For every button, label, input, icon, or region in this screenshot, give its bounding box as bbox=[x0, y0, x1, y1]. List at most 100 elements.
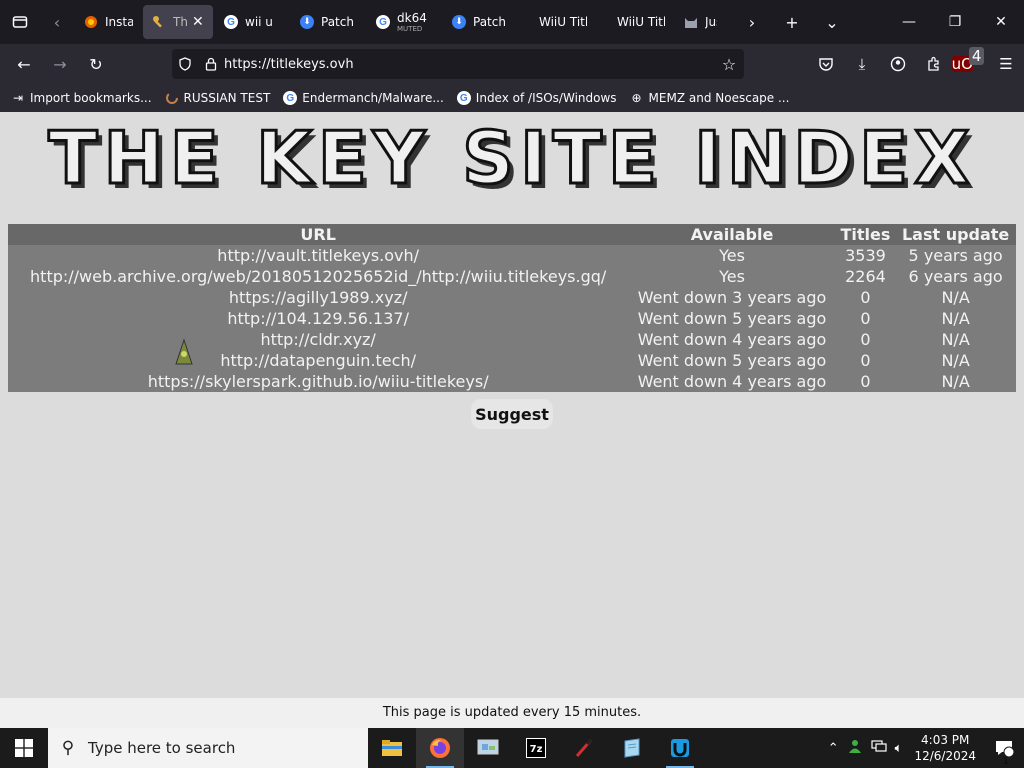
url-cell[interactable]: http://vault.titlekeys.ovh/ bbox=[8, 245, 628, 266]
clock[interactable]: 4:03 PM 12/6/2024 bbox=[906, 732, 984, 764]
available-cell: Yes bbox=[719, 246, 745, 265]
taskbar-search-box[interactable]: ⚲ Type here to search bbox=[48, 728, 368, 768]
taskbar-7zip[interactable]: 7z bbox=[512, 728, 560, 768]
taskbar-notebook[interactable] bbox=[608, 728, 656, 768]
column-header-titles: Titles bbox=[835, 224, 896, 245]
available-cell: Went down 5 years ago bbox=[637, 351, 827, 370]
tab-wiiu-title-2[interactable]: WiiU Title bbox=[597, 5, 673, 39]
downloads-icon[interactable]: ⤓ bbox=[844, 55, 880, 73]
minimize-button[interactable]: — bbox=[886, 0, 932, 44]
column-header-url: URL bbox=[8, 224, 629, 245]
chevron-left-icon: ‹ bbox=[53, 12, 61, 32]
tab-wiiu-title[interactable]: WiiU Title bbox=[519, 5, 595, 39]
close-tab-icon[interactable]: ✕ bbox=[192, 14, 204, 30]
tab-patch[interactable]: ⬇ Patch bbox=[291, 5, 365, 39]
tab-jus[interactable]: Jus bbox=[675, 5, 725, 39]
menu-icon[interactable]: ☰ bbox=[988, 55, 1024, 73]
address-bar[interactable]: ☆ bbox=[172, 49, 744, 79]
last-update-cell: 5 years ago bbox=[908, 246, 1003, 265]
muted-label: MUTED bbox=[397, 25, 423, 33]
bookmark-import[interactable]: ⇥ Import bookmarks... bbox=[10, 90, 152, 106]
taskbar-firefox[interactable] bbox=[416, 728, 464, 768]
arrow-left-icon: ← bbox=[17, 54, 31, 74]
clock-date: 12/6/2024 bbox=[914, 749, 976, 763]
globe-icon: ⊕ bbox=[631, 91, 642, 105]
network-icon[interactable] bbox=[867, 739, 891, 757]
key-site-table: URL Available Titles Last update http://… bbox=[8, 224, 1016, 392]
list-all-tabs-button[interactable]: ⌄ bbox=[812, 13, 852, 32]
bookmark-label: Index of /ISOs/Windows bbox=[475, 91, 617, 105]
url-cell[interactable]: http://104.129.56.137/ bbox=[8, 308, 628, 329]
available-cell: Went down 4 years ago bbox=[637, 372, 827, 391]
cat-icon bbox=[683, 14, 699, 30]
forward-button[interactable]: → bbox=[42, 48, 78, 80]
download-icon: ⬇ bbox=[451, 14, 467, 30]
google-icon: G bbox=[375, 14, 391, 30]
last-update-cell: 6 years ago bbox=[908, 267, 1003, 286]
back-button[interactable]: ← bbox=[6, 48, 42, 80]
table-row: http://vault.titlekeys.ovh/ Yes 3539 5 y… bbox=[8, 245, 1016, 266]
tab-patch-2[interactable]: ⬇ Patch bbox=[443, 5, 517, 39]
url-input[interactable] bbox=[224, 56, 684, 72]
url-cell[interactable]: http://datapenguin.tech/ bbox=[8, 350, 628, 371]
arrow-right-icon: → bbox=[53, 54, 67, 74]
available-cell: Went down 5 years ago bbox=[637, 309, 827, 328]
reload-button[interactable]: ↻ bbox=[78, 48, 114, 80]
download-icon: ⬇ bbox=[299, 14, 315, 30]
tab-dk64[interactable]: G dk64 MUTED bbox=[367, 5, 441, 39]
new-tab-button[interactable]: + bbox=[772, 13, 812, 32]
url-cell[interactable]: https://skylerspark.github.io/wiiu-title… bbox=[8, 371, 628, 392]
last-update-cell: N/A bbox=[941, 330, 970, 349]
taskbar-control-panel[interactable] bbox=[464, 728, 512, 768]
notebook-icon bbox=[624, 738, 640, 758]
start-button[interactable] bbox=[0, 728, 48, 768]
wiiu-icon bbox=[671, 739, 689, 757]
people-icon[interactable] bbox=[843, 738, 867, 758]
taskbar-paint[interactable] bbox=[560, 728, 608, 768]
suggest-button[interactable]: Suggest bbox=[471, 399, 553, 429]
ublock-origin-icon[interactable]: uO 4 bbox=[951, 47, 988, 73]
bookmark-star-icon[interactable]: ☆ bbox=[714, 55, 744, 74]
tab-install[interactable]: Instal bbox=[75, 5, 141, 39]
column-header-last-update: Last update bbox=[895, 224, 1016, 245]
reload-icon: ↻ bbox=[89, 54, 103, 74]
pocket-icon[interactable] bbox=[808, 56, 844, 72]
lock-icon[interactable] bbox=[198, 57, 224, 71]
firefox-view-button[interactable] bbox=[0, 0, 40, 44]
taskbar-wiiu-app[interactable] bbox=[656, 728, 704, 768]
tab-the-key-site[interactable]: Th ✕ bbox=[143, 5, 213, 39]
scroll-tabs-right-button[interactable]: › bbox=[732, 13, 772, 32]
page-content: THE KEY SITE INDEX URL Available Titles … bbox=[0, 112, 1024, 698]
close-window-button[interactable]: ✕ bbox=[978, 0, 1024, 44]
bookmark-label: Import bookmarks... bbox=[30, 91, 152, 105]
bookmark-endermanch[interactable]: G Endermanch/Malware... bbox=[282, 90, 444, 106]
import-icon: ⇥ bbox=[12, 91, 24, 105]
toolbar-right: ⤓ uO 4 ☰ bbox=[808, 44, 1024, 84]
extensions-icon[interactable] bbox=[916, 56, 952, 72]
bookmark-index-isos[interactable]: G Index of /ISOs/Windows bbox=[456, 90, 617, 106]
taskbar-file-explorer[interactable] bbox=[368, 728, 416, 768]
action-center-button[interactable]: 1 bbox=[984, 739, 1024, 767]
volume-icon[interactable]: 🔈︎ bbox=[891, 741, 907, 756]
maximize-button[interactable]: ❐ bbox=[932, 0, 978, 44]
url-cell[interactable]: http://cldr.xyz/ bbox=[8, 329, 628, 350]
show-hidden-icons-button[interactable]: ⌃ bbox=[824, 741, 843, 756]
bookmark-russian-test[interactable]: RUSSIAN TEST bbox=[164, 90, 270, 106]
google-icon: G bbox=[456, 90, 472, 106]
url-cell[interactable]: https://agilly1989.xyz/ bbox=[8, 287, 628, 308]
7zip-icon: 7z bbox=[526, 738, 546, 758]
table-header-row: URL Available Titles Last update bbox=[8, 224, 1016, 245]
account-icon[interactable] bbox=[880, 56, 916, 72]
bookmark-memz[interactable]: ⊕ MEMZ and Noescape ... bbox=[629, 90, 790, 106]
notification-icon bbox=[996, 741, 1014, 757]
last-update-cell: N/A bbox=[941, 309, 970, 328]
scroll-tabs-left-button[interactable]: ‹ bbox=[40, 0, 74, 44]
bookmarks-toolbar: ⇥ Import bookmarks... RUSSIAN TEST G End… bbox=[0, 84, 1024, 112]
windows-logo-icon bbox=[15, 739, 33, 757]
tab-wii-u[interactable]: G wii u bbox=[215, 5, 289, 39]
table-row: http://datapenguin.tech/ Went down 5 yea… bbox=[8, 350, 1016, 371]
url-cell[interactable]: http://web.archive.org/web/2018051202565… bbox=[8, 266, 628, 287]
file-explorer-icon bbox=[382, 740, 402, 756]
shield-icon[interactable] bbox=[172, 57, 198, 71]
paint-icon bbox=[575, 738, 593, 757]
